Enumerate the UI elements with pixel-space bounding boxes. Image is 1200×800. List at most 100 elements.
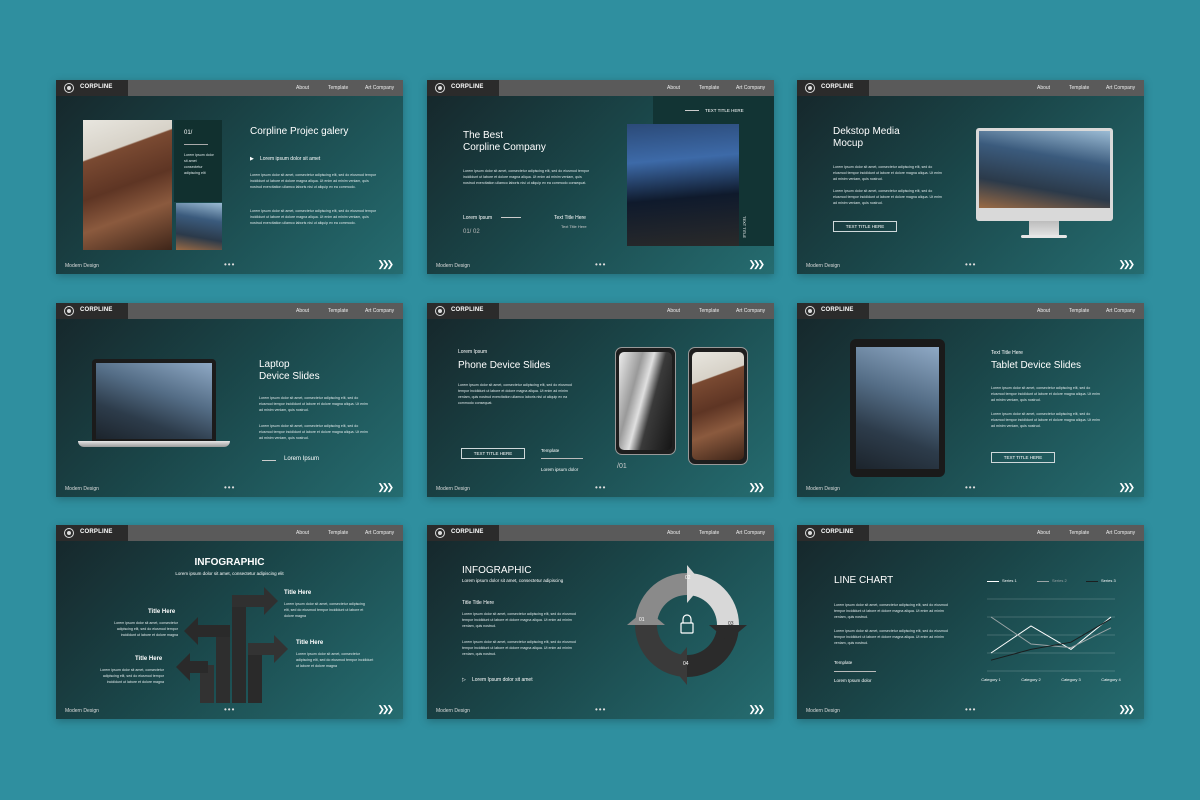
arrow-line — [501, 217, 521, 218]
slide-laptop-device[interactable]: CORPLINE About Template Art Company Lapt… — [56, 303, 403, 497]
nav-template[interactable]: Template — [1069, 530, 1089, 536]
nav-art-company[interactable]: Art Company — [365, 530, 394, 536]
nav-about[interactable]: About — [296, 530, 309, 536]
nav-template[interactable]: Template — [328, 530, 348, 536]
nav-about[interactable]: About — [296, 308, 309, 314]
monitor-base — [1021, 235, 1067, 238]
desktop-monitor — [976, 128, 1113, 221]
nav-art-company[interactable]: Art Company — [736, 85, 765, 91]
nav-template[interactable]: Template — [699, 85, 719, 91]
slide-title: LINE CHART — [834, 575, 894, 586]
nav-art-company[interactable]: Art Company — [1106, 85, 1135, 91]
kicker: Text Title Here — [991, 350, 1023, 356]
cycle-label-04: 04 — [683, 661, 689, 667]
body-text-1: Lorem ipsum dolor sit amet, consectetur … — [259, 396, 368, 412]
logo-icon — [435, 528, 445, 538]
legend-swatch-3 — [1086, 581, 1098, 582]
template-label: Template — [834, 660, 853, 665]
text-title-button[interactable]: TEXT TITLE HERE — [833, 221, 897, 232]
dots-icon: ••• — [224, 483, 236, 492]
slide-phone-device[interactable]: CORPLINE About Template Art Company Lore… — [427, 303, 774, 497]
body-text-2: Lorem ipsum dolor sit amet, consectetur … — [834, 629, 948, 645]
slide-number: /01 — [617, 463, 627, 470]
page-counter: 01/ 02 — [463, 229, 480, 235]
legend-label-3: Series 3 — [1101, 578, 1116, 583]
chevrons-icon[interactable]: ❯❯❯ — [748, 482, 765, 493]
slide-title: Corpline Projec galery — [250, 126, 349, 137]
slide-project-gallery[interactable]: CORPLINE About Template Art Company 01/ … — [56, 80, 403, 274]
nav-art-company[interactable]: Art Company — [736, 530, 765, 536]
divider — [184, 144, 208, 145]
logo-icon — [805, 83, 815, 93]
brand-box: CORPLINE — [797, 525, 869, 541]
slide-best-company[interactable]: CORPLINE About Template Art Company TEXT… — [427, 80, 774, 274]
text-sub: Text Title Here — [561, 224, 587, 229]
logo-icon — [805, 528, 815, 538]
chevrons-icon[interactable]: ❯❯❯ — [377, 259, 394, 270]
chevrons-icon[interactable]: ❯❯❯ — [377, 704, 394, 715]
category-label: Category 1 — [981, 677, 1001, 682]
chevrons-icon[interactable]: ❯❯❯ — [1118, 259, 1135, 270]
play-icon: ▶ — [250, 156, 254, 162]
brand-box: CORPLINE — [56, 525, 128, 541]
nav-about[interactable]: About — [296, 85, 309, 91]
chevrons-icon[interactable]: ❯❯❯ — [748, 259, 765, 270]
nav-about[interactable]: About — [1037, 85, 1050, 91]
logo-icon — [435, 83, 445, 93]
slide-line-chart[interactable]: CORPLINE About Template Art Company LINE… — [797, 525, 1144, 719]
tag-text: TEXT TITLE HERE — [705, 108, 744, 113]
nav-template[interactable]: Template — [699, 530, 719, 536]
nav-art-company[interactable]: Art Company — [365, 85, 394, 91]
category-label: Category 2 — [1021, 677, 1041, 682]
nav-art-company[interactable]: Art Company — [365, 308, 394, 314]
text-title-button[interactable]: TEXT TITLE HERE — [991, 452, 1055, 463]
building-photo — [83, 120, 172, 250]
slide-tablet-device[interactable]: CORPLINE About Template Art Company Text… — [797, 303, 1144, 497]
dots-icon: ••• — [965, 483, 977, 492]
brand-name: CORPLINE — [821, 529, 854, 535]
chevrons-icon[interactable]: ❯❯❯ — [1118, 704, 1135, 715]
slide-title: Laptop Device Slides — [259, 359, 320, 382]
nav-template[interactable]: Template — [328, 308, 348, 314]
phone-screen-photo — [619, 352, 672, 450]
nav-template[interactable]: Template — [699, 308, 719, 314]
chevrons-icon[interactable]: ❯❯❯ — [748, 704, 765, 715]
monitor-stand — [1029, 221, 1059, 235]
slide-infographic-arrows[interactable]: CORPLINE About Template Art Company INFO… — [56, 525, 403, 719]
nav-about[interactable]: About — [1037, 530, 1050, 536]
nav-art-company[interactable]: Art Company — [736, 308, 765, 314]
slide-title: Phone Device Slides — [458, 360, 551, 371]
text-title-button[interactable]: TEXT TITLE HERE — [461, 448, 525, 459]
nav-art-company[interactable]: Art Company — [1106, 308, 1135, 314]
footer-label: Modern Design — [65, 486, 99, 492]
right-body-2: Lorem ipsum dolor sit amet, consectetur … — [296, 652, 374, 668]
nav-about[interactable]: About — [1037, 308, 1050, 314]
tablet-screen-photo — [856, 347, 939, 469]
footer-label: Modern Design — [806, 263, 840, 269]
laptop-screen — [92, 359, 216, 441]
brand-box: CORPLINE — [797, 80, 869, 96]
subtitle: Lorem ipsum dolor sit amet — [260, 156, 321, 162]
slide-desktop-mockup[interactable]: CORPLINE About Template Art Company Deks… — [797, 80, 1144, 274]
brand-box: CORPLINE — [427, 303, 499, 319]
nav-template[interactable]: Template — [328, 85, 348, 91]
brand-box: CORPLINE — [56, 80, 128, 96]
nav-art-company[interactable]: Art Company — [1106, 530, 1135, 536]
chevrons-icon[interactable]: ❯❯❯ — [377, 482, 394, 493]
building-photo-small — [176, 203, 222, 250]
tag-line — [685, 110, 699, 111]
brand-name: CORPLINE — [451, 84, 484, 90]
nav-about[interactable]: About — [667, 308, 680, 314]
legend-label-2: Series 2 — [1052, 578, 1067, 583]
nav-template[interactable]: Template — [1069, 85, 1089, 91]
logo-icon — [805, 306, 815, 316]
nav-about[interactable]: About — [667, 85, 680, 91]
nav-template[interactable]: Template — [1069, 308, 1089, 314]
category-label: Category 4 — [1101, 677, 1121, 682]
nav-about[interactable]: About — [667, 530, 680, 536]
brand-name: CORPLINE — [821, 84, 854, 90]
chevrons-icon[interactable]: ❯❯❯ — [1118, 482, 1135, 493]
laptop-base — [78, 441, 230, 447]
slide-infographic-cycle[interactable]: CORPLINE About Template Art Company INFO… — [427, 525, 774, 719]
slide-subtitle: Lorem ipsum dolor sit amet, consectetur … — [462, 578, 564, 583]
